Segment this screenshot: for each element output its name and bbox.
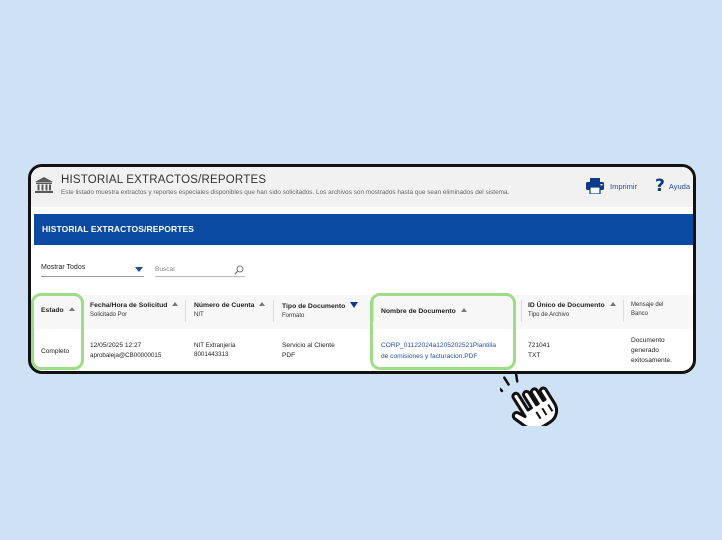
sort-asc-icon [172, 302, 179, 306]
column-header-nombre[interactable]: Nombre de Documento [381, 308, 467, 315]
sort-desc-icon [350, 302, 359, 308]
pointing-hand-icon [500, 372, 559, 426]
search-input[interactable] [155, 263, 231, 276]
table-header: Estado Fecha/Hora de Solicitud Solicitad… [31, 295, 693, 329]
print-button[interactable]: Imprimir [586, 177, 637, 195]
page-title: HISTORIAL EXTRACTOS/REPORTES [61, 174, 267, 186]
document-download-link[interactable]: CORP_01122024a1205202521Plantilla de com… [381, 341, 496, 362]
column-divider [623, 300, 624, 322]
help-label: Ayuda [668, 181, 691, 191]
column-header-tipo[interactable]: Tipo de Documento Formato [282, 302, 359, 319]
page-description: Este listado muestra extractos y reporte… [61, 189, 510, 196]
cell-mensaje: Documento generado exitosamente. [631, 337, 673, 364]
section-banner: HISTORIAL EXTRACTOS/REPORTES [34, 214, 693, 245]
cell-estado: Completo [41, 348, 70, 355]
sort-asc-icon [259, 302, 266, 306]
search-box [155, 263, 245, 277]
column-header-estado[interactable]: Estado [41, 307, 75, 314]
print-label: Imprimir [610, 181, 638, 191]
cell-cuenta: NIT Extranjería 8001443313 [194, 342, 236, 359]
cell-tipo: Servicio al Cliente PDF [282, 342, 335, 359]
column-header-cuenta[interactable]: Número de Cuenta NIT [194, 302, 266, 318]
cell-fecha: 12/05/2025 12:27 aprobaleja@CB00000015 [90, 342, 162, 359]
column-divider [185, 300, 186, 322]
page-header: HISTORIAL EXTRACTOS/REPORTES Este listad… [31, 167, 693, 207]
chevron-down-icon [135, 267, 143, 272]
app-window: HISTORIAL EXTRACTOS/REPORTES Este listad… [28, 164, 696, 374]
filter-selected-value: Mostrar Todos [41, 264, 86, 271]
column-divider [83, 300, 84, 322]
column-header-mensaje[interactable]: Mensaje del Banco [631, 302, 663, 317]
column-divider [373, 300, 374, 322]
sort-asc-icon [460, 308, 467, 312]
column-header-id[interactable]: ID Único de Documento Tipo de Archivo [528, 302, 616, 318]
show-filter-dropdown[interactable]: Mostrar Todos [41, 263, 144, 277]
help-icon: ? [655, 175, 665, 196]
help-button[interactable]: ? Ayuda [655, 176, 690, 196]
bank-icon [35, 177, 53, 193]
sort-asc-icon [68, 307, 75, 311]
column-divider [273, 300, 274, 322]
column-divider [521, 300, 522, 322]
search-icon[interactable] [234, 265, 244, 275]
section-title: HISTORIAL EXTRACTOS/REPORTES [42, 224, 195, 234]
sort-asc-icon [609, 302, 616, 306]
column-header-fecha[interactable]: Fecha/Hora de Solicitud Solicitado Por [90, 302, 179, 318]
print-icon [586, 178, 604, 194]
